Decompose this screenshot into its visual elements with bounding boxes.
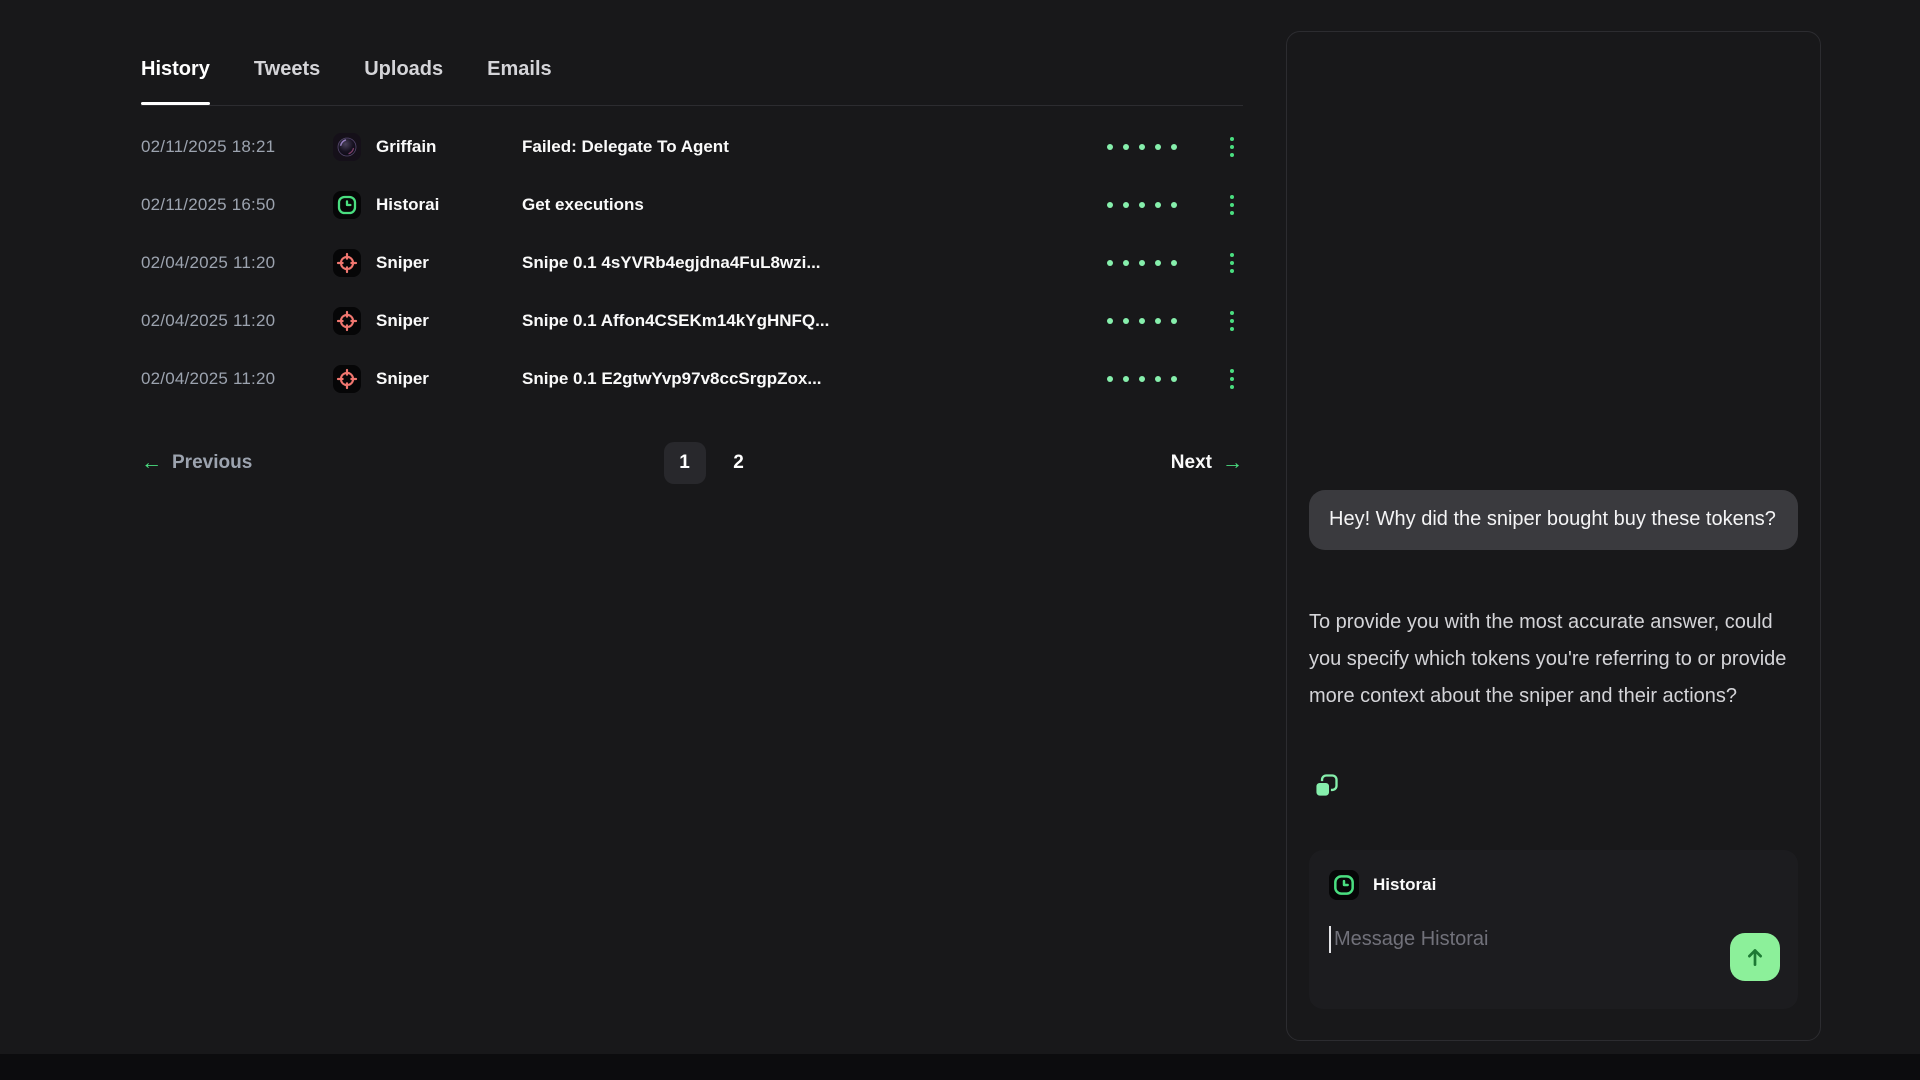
status-dot: [1139, 260, 1145, 266]
activity-dots: [1107, 202, 1177, 208]
row-timestamp: 02/04/2025 11:20: [141, 369, 333, 389]
status-dot: [1171, 376, 1177, 382]
row-menu-kebab-icon[interactable]: [1221, 307, 1243, 335]
agent-name: Sniper: [376, 253, 429, 273]
user-message-bubble: Hey! Why did the sniper bought buy these…: [1309, 490, 1798, 550]
status-dot: [1155, 202, 1161, 208]
history-row[interactable]: 02/04/2025 11:20 Sniper Snipe 0.1 4sYVRb…: [141, 234, 1243, 292]
row-description: Snipe 0.1 Affon4CSEKm14kYgHNFQ...: [522, 311, 1107, 331]
status-dot: [1107, 202, 1113, 208]
row-menu-kebab-icon[interactable]: [1221, 133, 1243, 161]
row-agent: Sniper: [333, 307, 522, 335]
row-timestamp: 02/04/2025 11:20: [141, 311, 333, 331]
row-description: Get executions: [522, 195, 1107, 215]
historai-clock-icon: [1329, 870, 1359, 900]
status-dot: [1171, 318, 1177, 324]
arrow-right-icon: →: [1222, 451, 1243, 475]
history-row[interactable]: 02/04/2025 11:20 Sniper Snipe 0.1 Affon4…: [141, 292, 1243, 350]
status-dot: [1139, 144, 1145, 150]
row-timestamp: 02/04/2025 11:20: [141, 253, 333, 273]
row-menu-kebab-icon[interactable]: [1221, 249, 1243, 277]
row-agent: Historai: [333, 191, 522, 219]
tab-bar: History Tweets Uploads Emails: [141, 50, 1243, 105]
next-page-button[interactable]: Next →: [1171, 451, 1243, 475]
status-dot: [1123, 318, 1129, 324]
row-timestamp: 02/11/2025 16:50: [141, 195, 333, 215]
row-menu-kebab-icon[interactable]: [1221, 191, 1243, 219]
agent-name: Sniper: [376, 311, 429, 331]
copy-icon[interactable]: [1311, 772, 1341, 802]
assistant-message: To provide you with the most accurate an…: [1309, 604, 1802, 715]
row-description: Snipe 0.1 4sYVRb4egjdna4FuL8wzi...: [522, 253, 1107, 273]
text-caret: [1329, 926, 1331, 953]
status-dot: [1123, 202, 1129, 208]
activity-dots: [1107, 318, 1177, 324]
sniper-agent-icon: [333, 365, 361, 393]
send-button[interactable]: [1730, 933, 1780, 981]
row-agent: Sniper: [333, 365, 522, 393]
activity-dots: [1107, 260, 1177, 266]
chat-panel: Hey! Why did the sniper bought buy these…: [1286, 31, 1821, 1041]
status-dot: [1139, 202, 1145, 208]
history-row[interactable]: 02/11/2025 16:50 Historai Get executions: [141, 176, 1243, 234]
status-dot: [1123, 260, 1129, 266]
pagination: ← Previous 1 2 Next →: [141, 442, 1243, 484]
page-button-1[interactable]: 1: [664, 442, 706, 484]
agent-name: Historai: [376, 195, 439, 215]
app-root: History Tweets Uploads Emails 02/11/2025…: [0, 0, 1920, 1080]
previous-page-button[interactable]: ← Previous: [141, 451, 252, 475]
griffain-agent-icon: [333, 133, 361, 161]
status-dot: [1155, 144, 1161, 150]
status-dot: [1107, 318, 1113, 324]
bottom-strip: [0, 1054, 1920, 1080]
history-row[interactable]: 02/04/2025 11:20 Sniper Snipe 0.1 E2gtwY…: [141, 350, 1243, 408]
row-timestamp: 02/11/2025 18:21: [141, 137, 333, 157]
status-dot: [1123, 144, 1129, 150]
agent-name: Sniper: [376, 369, 429, 389]
message-input-placeholder: Message Historai: [1334, 928, 1489, 951]
history-list: 02/11/2025 18:21: [141, 106, 1243, 408]
status-dot: [1171, 260, 1177, 266]
previous-label: Previous: [172, 452, 252, 474]
status-dot: [1123, 376, 1129, 382]
status-dot: [1155, 376, 1161, 382]
next-label: Next: [1171, 452, 1212, 474]
status-dot: [1171, 144, 1177, 150]
status-dot: [1155, 318, 1161, 324]
row-description: Failed: Delegate To Agent: [522, 137, 1107, 157]
tab-tweets[interactable]: Tweets: [254, 58, 320, 105]
tab-emails[interactable]: Emails: [487, 58, 551, 105]
composer-agent-name: Historai: [1373, 875, 1436, 895]
sniper-agent-icon: [333, 249, 361, 277]
status-dot: [1171, 202, 1177, 208]
status-dot: [1155, 260, 1161, 266]
status-dot: [1107, 144, 1113, 150]
arrow-left-icon: ←: [141, 451, 162, 475]
page-number-group: 1 2: [664, 442, 760, 484]
composer-header: Historai: [1329, 870, 1778, 900]
row-agent: Griffain: [333, 133, 522, 161]
arrow-up-icon: [1742, 944, 1768, 970]
activity-dots: [1107, 144, 1177, 150]
page-button-2[interactable]: 2: [718, 442, 760, 484]
row-agent: Sniper: [333, 249, 522, 277]
tab-history[interactable]: History: [141, 58, 210, 105]
status-dot: [1107, 260, 1113, 266]
agent-name: Griffain: [376, 137, 436, 157]
message-composer: Historai Message Historai: [1309, 850, 1798, 1009]
history-row[interactable]: 02/11/2025 18:21: [141, 118, 1243, 176]
activity-dots: [1107, 376, 1177, 382]
message-input[interactable]: Message Historai: [1329, 926, 1778, 953]
status-dot: [1139, 318, 1145, 324]
status-dot: [1139, 376, 1145, 382]
sniper-agent-icon: [333, 307, 361, 335]
row-menu-kebab-icon[interactable]: [1221, 365, 1243, 393]
tab-uploads[interactable]: Uploads: [364, 58, 443, 105]
row-description: Snipe 0.1 E2gtwYvp97v8ccSrgpZox...: [522, 369, 1107, 389]
history-section: History Tweets Uploads Emails 02/11/2025…: [141, 50, 1243, 484]
status-dot: [1107, 376, 1113, 382]
historai-agent-icon: [333, 191, 361, 219]
